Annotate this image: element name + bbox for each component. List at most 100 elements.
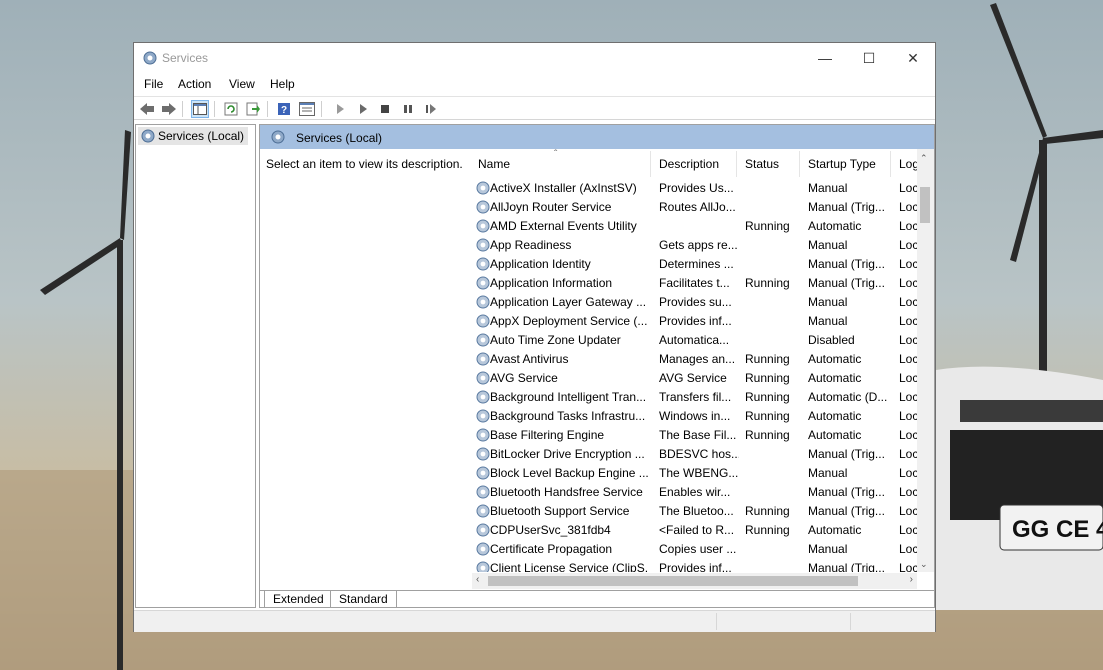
service-status: [745, 312, 805, 331]
service-row[interactable]: App Readiness Gets apps re... Manual Loc: [470, 236, 925, 255]
service-description: Provides inf...: [659, 561, 732, 572]
horizontal-scrollbar[interactable]: ‹ ›: [472, 573, 917, 589]
service-description: Provides su...: [659, 295, 732, 309]
service-row[interactable]: AMD External Events Utility Running Automa…: [470, 217, 925, 236]
column-header-status[interactable]: Status: [737, 151, 800, 177]
services-gear-icon: [141, 129, 155, 143]
pause-service-icon[interactable]: [399, 100, 417, 118]
service-description: Gets apps re...: [659, 238, 738, 252]
service-row[interactable]: Base Filtering Engine The Base Fil... Runn…: [470, 426, 925, 445]
scroll-up-icon[interactable]: ⌃: [920, 153, 928, 164]
service-status: Running: [745, 352, 790, 366]
details-header-label: Services (Local): [296, 131, 383, 145]
scroll-down-icon[interactable]: ⌄: [920, 559, 928, 570]
forward-arrow-icon[interactable]: [160, 100, 178, 118]
service-startup-type: Automatic: [808, 428, 862, 442]
service-row[interactable]: Client License Service (ClipS... Provides…: [470, 559, 925, 572]
services-gear-icon: [271, 130, 285, 144]
service-gear-icon: [476, 257, 490, 271]
service-startup-type: Disabled: [808, 333, 855, 347]
close-button[interactable]: ✕: [890, 43, 936, 73]
service-startup-type: Manual (Trig...: [808, 200, 885, 214]
service-description: [659, 217, 739, 236]
scroll-right-icon[interactable]: ›: [910, 574, 913, 585]
column-header-name[interactable]: Name ˆ: [470, 149, 651, 177]
maximize-button[interactable]: ☐: [846, 43, 892, 73]
tab-extended[interactable]: Extended: [264, 591, 333, 607]
service-row[interactable]: Background Intelligent Tran... Transfers …: [470, 388, 925, 407]
service-gear-icon: [476, 295, 490, 309]
service-status: [745, 198, 805, 217]
service-row[interactable]: Auto Time Zone Updater Automatica... Disab…: [470, 331, 925, 350]
tab-standard[interactable]: Standard: [330, 591, 397, 607]
service-name: Application Information: [490, 276, 613, 290]
service-row[interactable]: Application Identity Determines ... Manual…: [470, 255, 925, 274]
services-window: Services — ☐ ✕ File Action View Help ? S…: [133, 42, 936, 632]
stop-service-icon[interactable]: [376, 100, 394, 118]
service-row[interactable]: Background Tasks Infrastru... Windows in.…: [470, 407, 925, 426]
service-gear-icon: [476, 466, 490, 480]
export-list-icon[interactable]: [244, 100, 262, 118]
help-icon[interactable]: ?: [275, 100, 293, 118]
service-name: Application Layer Gateway ...: [490, 295, 647, 309]
tree-item-label: Services (Local): [158, 129, 245, 143]
service-row[interactable]: AllJoyn Router Service Routes AllJo... Man…: [470, 198, 925, 217]
service-row[interactable]: AppX Deployment Service (... Provides inf…: [470, 312, 925, 331]
sort-arrow-icon: ˆ: [554, 149, 558, 160]
service-gear-icon: [476, 409, 490, 423]
toolbar-separator: [182, 101, 183, 117]
restart-service-icon[interactable]: [422, 100, 440, 118]
service-row[interactable]: Avast Antivirus Manages an... Running Autom…: [470, 350, 925, 369]
service-status: Running: [745, 523, 790, 537]
menu-view[interactable]: View: [229, 77, 255, 91]
horizontal-scroll-thumb[interactable]: [488, 576, 858, 586]
tree-item-services-local[interactable]: Services (Local): [138, 127, 249, 145]
column-header-description[interactable]: Description: [651, 151, 737, 177]
minimize-button[interactable]: —: [802, 43, 848, 73]
menu-file[interactable]: File: [144, 77, 163, 91]
service-description: Provides inf...: [659, 314, 732, 328]
properties-icon[interactable]: [298, 100, 316, 118]
service-startup-type: Automatic: [808, 219, 862, 233]
service-startup-type: Manual: [808, 466, 848, 480]
refresh-icon[interactable]: [222, 100, 240, 118]
details-header: Services (Local): [260, 125, 934, 149]
service-startup-type: Manual: [808, 314, 848, 328]
service-row[interactable]: AVG Service AVG Service Running Automatic Lo…: [470, 369, 925, 388]
service-description: Determines ...: [659, 257, 734, 271]
service-name: Certificate Propagation: [490, 542, 613, 556]
service-row[interactable]: Application Information Facilitates t... R…: [470, 274, 925, 293]
back-arrow-icon[interactable]: [138, 100, 156, 118]
service-gear-icon: [476, 561, 490, 572]
service-description: Copies user ...: [659, 542, 737, 556]
start-service-icon[interactable]: [331, 100, 349, 118]
service-row[interactable]: Bluetooth Support Service The Bluetoo... R…: [470, 502, 925, 521]
service-status: [745, 236, 805, 255]
service-row[interactable]: CDPUserSvc_381fdb4 <Failed to R... Running…: [470, 521, 925, 540]
scroll-left-icon[interactable]: ‹: [476, 574, 479, 585]
status-divider: [716, 613, 717, 630]
view-tabs: Extended Standard: [260, 590, 934, 607]
console-tree-icon[interactable]: [191, 100, 209, 118]
details-pane: Services (Local) Select an item to view …: [259, 124, 935, 608]
service-row[interactable]: Bluetooth Handsfree Service Enables wir..…: [470, 483, 925, 502]
service-description: Manages an...: [659, 352, 736, 366]
service-name: Bluetooth Support Service: [490, 504, 630, 518]
service-name: BitLocker Drive Encryption ...: [490, 447, 645, 461]
vertical-scroll-thumb[interactable]: [920, 187, 930, 223]
service-row[interactable]: ActiveX Installer (AxInstSV) Provides Us.…: [470, 179, 925, 198]
license-plate-text: GG CE 40: [1012, 516, 1103, 543]
menu-help[interactable]: Help: [270, 77, 295, 91]
service-name: AllJoyn Router Service: [490, 200, 612, 214]
service-description: Routes AllJo...: [659, 200, 736, 214]
service-row[interactable]: Certificate Propagation Copies user ... Ma…: [470, 540, 925, 559]
service-name: CDPUserSvc_381fdb4: [490, 523, 611, 537]
menu-action[interactable]: Action: [178, 77, 211, 91]
service-row[interactable]: Application Layer Gateway ... Provides su…: [470, 293, 925, 312]
vertical-scrollbar[interactable]: ⌃ ⌄: [917, 149, 934, 572]
service-startup-type: Manual: [808, 238, 848, 252]
service-row[interactable]: Block Level Backup Engine ... The WBENG..…: [470, 464, 925, 483]
service-row[interactable]: BitLocker Drive Encryption ... BDESVC hos…: [470, 445, 925, 464]
column-header-startup-type[interactable]: Startup Type: [800, 151, 891, 177]
start-service-alt-icon[interactable]: [354, 100, 372, 118]
